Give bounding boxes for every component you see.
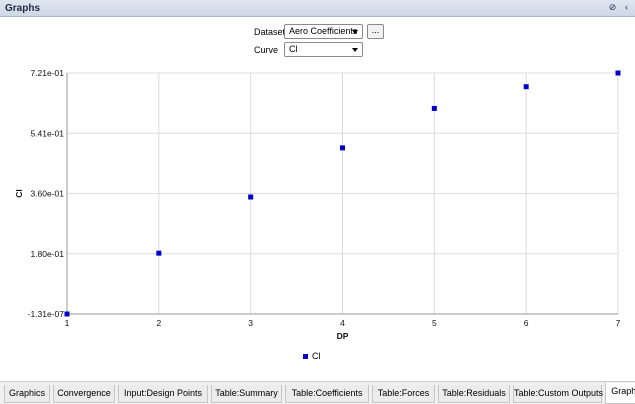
y-tick-label: 3.60e-01: [30, 189, 64, 199]
data-point: [64, 311, 70, 317]
pin-icon[interactable]: ⊘: [607, 2, 618, 13]
tab-table-residuals[interactable]: Table:Residuals: [438, 385, 510, 403]
x-tick-label: 6: [524, 318, 529, 328]
chevron-down-icon: [352, 30, 358, 34]
dataset-more-button[interactable]: ...: [367, 24, 384, 39]
bottom-tabbar: Graphics Convergence Input:Design Points Ta…: [0, 381, 635, 404]
chevron-down-icon: [352, 48, 358, 52]
scatter-chart: 1 2 3 4 5 6 7 -1.31e-07 1.80e-01 3.60e-01 5.41e-01…: [14, 68, 621, 341]
x-tick-label: 4: [340, 318, 345, 328]
tab-table-summary[interactable]: Table:Summary: [211, 385, 282, 403]
x-tick-label: 5: [432, 318, 437, 328]
curve-select[interactable]: Cl: [284, 42, 363, 57]
x-axis-title: DP: [337, 331, 349, 341]
tab-table-forces[interactable]: Table:Forces: [372, 385, 435, 403]
y-tick-label: 1.80e-01: [30, 249, 64, 259]
chart-legend: Cl: [303, 351, 321, 361]
dataset-select-value: Aero Coefficients: [289, 26, 358, 36]
x-tick-label: 3: [248, 318, 253, 328]
y-axis-title: Cl: [14, 189, 24, 198]
data-point: [248, 194, 254, 200]
panel-title: Graphs: [5, 3, 41, 14]
y-tick-label: 7.21e-01: [30, 68, 64, 78]
tab-graphics[interactable]: Graphics: [4, 385, 50, 403]
data-point: [156, 250, 162, 256]
tab-convergence[interactable]: Convergence: [53, 385, 115, 403]
legend-swatch: [303, 353, 308, 359]
tab-input-design-points[interactable]: Input:Design Points: [118, 385, 208, 403]
y-tick-label: 5.41e-01: [30, 128, 64, 138]
tab-table-custom-outputs[interactable]: Table:Custom Outputs: [513, 385, 603, 403]
x-tick-label: 7: [616, 318, 621, 328]
dataset-select[interactable]: Aero Coefficients: [284, 24, 363, 39]
data-point: [431, 105, 437, 111]
tab-table-coefficients[interactable]: Table:Coefficients: [285, 385, 369, 403]
panel-titlebar: Graphs ⊘ ‹: [0, 0, 635, 17]
legend-label: Cl: [312, 351, 321, 361]
x-tick-label: 2: [156, 318, 161, 328]
curve-select-value: Cl: [289, 44, 298, 54]
data-point: [340, 145, 345, 151]
y-tick-label: -1.31e-07: [28, 309, 65, 319]
dataset-label: Dataset: [254, 27, 286, 37]
data-point: [615, 70, 621, 76]
data-point: [523, 84, 529, 90]
x-tick-label: 1: [65, 318, 70, 328]
curve-label: Curve: [254, 45, 279, 55]
collapse-icon[interactable]: ‹: [621, 2, 632, 13]
tab-graphs[interactable]: Graphs: [605, 383, 635, 404]
